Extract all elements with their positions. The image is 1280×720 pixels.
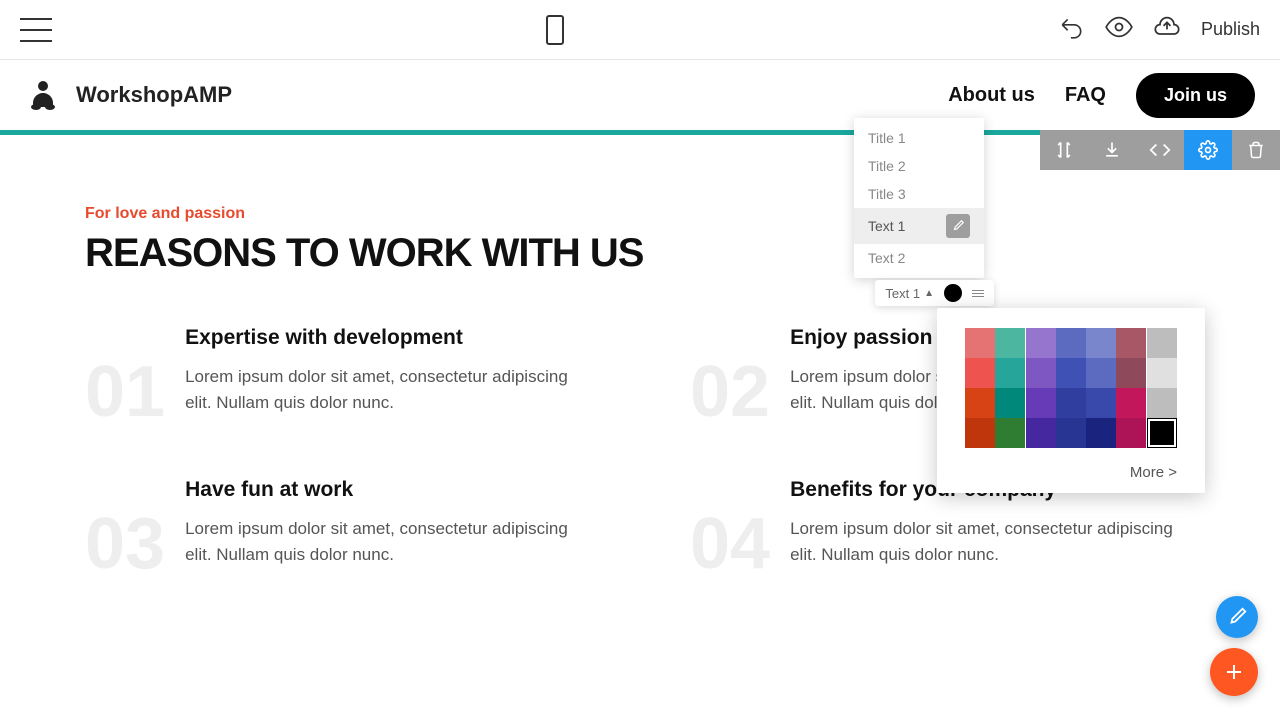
color-swatch[interactable] [995,388,1025,418]
color-swatch[interactable] [1026,388,1056,418]
fab-styles-icon[interactable] [1216,596,1258,638]
color-swatch[interactable] [1086,328,1116,358]
toolbar-right: Publish [1059,13,1260,46]
style-option-text1[interactable]: Text 1 [854,208,984,244]
color-swatch[interactable] [1147,388,1177,418]
color-swatch[interactable] [1147,418,1177,448]
color-swatch[interactable] [995,418,1025,448]
brand: WorkshopAMP [25,77,232,113]
publish-button[interactable]: Publish [1201,19,1260,40]
feature-number: 04 [690,508,770,580]
feature-number: 01 [85,356,165,428]
move-block-icon[interactable] [1040,130,1088,170]
nav-about[interactable]: About us [948,84,1035,107]
feature-title[interactable]: Have fun at work [185,478,590,502]
text-mini-toolbar: Text 1 ▲ [875,280,994,306]
section-subtitle[interactable]: For love and passion [85,205,1195,223]
color-swatch[interactable] [1056,358,1086,388]
section-title[interactable]: REASONS TO WORK WITH US [85,231,1195,276]
download-block-icon[interactable] [1088,130,1136,170]
preview-eye-icon[interactable] [1105,13,1133,46]
color-swatch[interactable] [995,328,1025,358]
feature-text[interactable]: Lorem ipsum dolor sit amet, consectetur … [185,364,590,417]
color-swatch[interactable] [1056,328,1086,358]
color-picker-panel: More > [937,308,1205,493]
delete-block-icon[interactable] [1232,130,1280,170]
color-swatch[interactable] [1086,388,1116,418]
color-swatch[interactable] [1026,358,1056,388]
feature-title[interactable]: Expertise with development [185,326,590,350]
undo-icon[interactable] [1059,14,1085,45]
color-swatch[interactable] [965,328,995,358]
style-option-title3[interactable]: Title 3 [854,180,984,208]
brush-icon[interactable] [946,214,970,238]
color-grid [965,328,1177,448]
toolbar-left [20,18,52,42]
brand-name: WorkshopAMP [76,82,232,108]
color-swatch[interactable] [1116,328,1146,358]
current-color-swatch[interactable] [944,284,962,302]
color-swatch[interactable] [965,418,995,448]
style-option-title1[interactable]: Title 1 [854,124,984,152]
mobile-preview-icon[interactable] [546,15,564,45]
color-swatch[interactable] [1116,418,1146,448]
site-header: WorkshopAMP About us FAQ Join us [0,60,1280,130]
style-selector[interactable]: Text 1 ▲ [885,286,934,301]
hamburger-menu-icon[interactable] [20,18,52,42]
color-swatch[interactable] [995,358,1025,388]
caret-up-icon: ▲ [924,288,934,299]
toolbar-center [546,15,564,45]
brand-logo-icon [25,77,61,113]
color-swatch[interactable] [1086,418,1116,448]
settings-block-icon[interactable] [1184,130,1232,170]
cloud-upload-icon[interactable] [1153,13,1181,46]
color-swatch[interactable] [965,388,995,418]
style-option-title2[interactable]: Title 2 [854,152,984,180]
fab-add-icon[interactable] [1210,648,1258,696]
text-style-dropdown: Title 1 Title 2 Title 3 Text 1 Text 2 [854,118,984,278]
more-colors-link[interactable]: More > [965,464,1177,481]
color-swatch[interactable] [1116,358,1146,388]
feature-item: 04 Benefits for your company Lorem ipsum… [690,478,1195,580]
feature-text[interactable]: Lorem ipsum dolor sit amet, consectetur … [790,516,1195,569]
style-option-label: Text 1 [868,218,905,234]
style-selector-label: Text 1 [885,286,920,301]
color-swatch[interactable] [965,358,995,388]
feature-number: 03 [85,508,165,580]
block-controls [1040,130,1280,170]
join-button[interactable]: Join us [1136,73,1255,118]
feature-text[interactable]: Lorem ipsum dolor sit amet, consectetur … [185,516,590,569]
align-icon[interactable] [972,290,984,297]
editor-top-toolbar: Publish [0,0,1280,60]
color-swatch[interactable] [1026,328,1056,358]
color-swatch[interactable] [1086,358,1116,388]
color-swatch[interactable] [1147,358,1177,388]
feature-number: 02 [690,356,770,428]
color-swatch[interactable] [1056,418,1086,448]
color-swatch[interactable] [1056,388,1086,418]
site-nav: About us FAQ Join us [948,73,1255,118]
color-swatch[interactable] [1026,418,1056,448]
color-swatch[interactable] [1147,328,1177,358]
color-swatch[interactable] [1116,388,1146,418]
feature-item: 01 Expertise with development Lorem ipsu… [85,326,590,428]
code-block-icon[interactable] [1136,130,1184,170]
feature-item: 03 Have fun at work Lorem ipsum dolor si… [85,478,590,580]
style-option-text2[interactable]: Text 2 [854,244,984,272]
nav-faq[interactable]: FAQ [1065,84,1106,107]
